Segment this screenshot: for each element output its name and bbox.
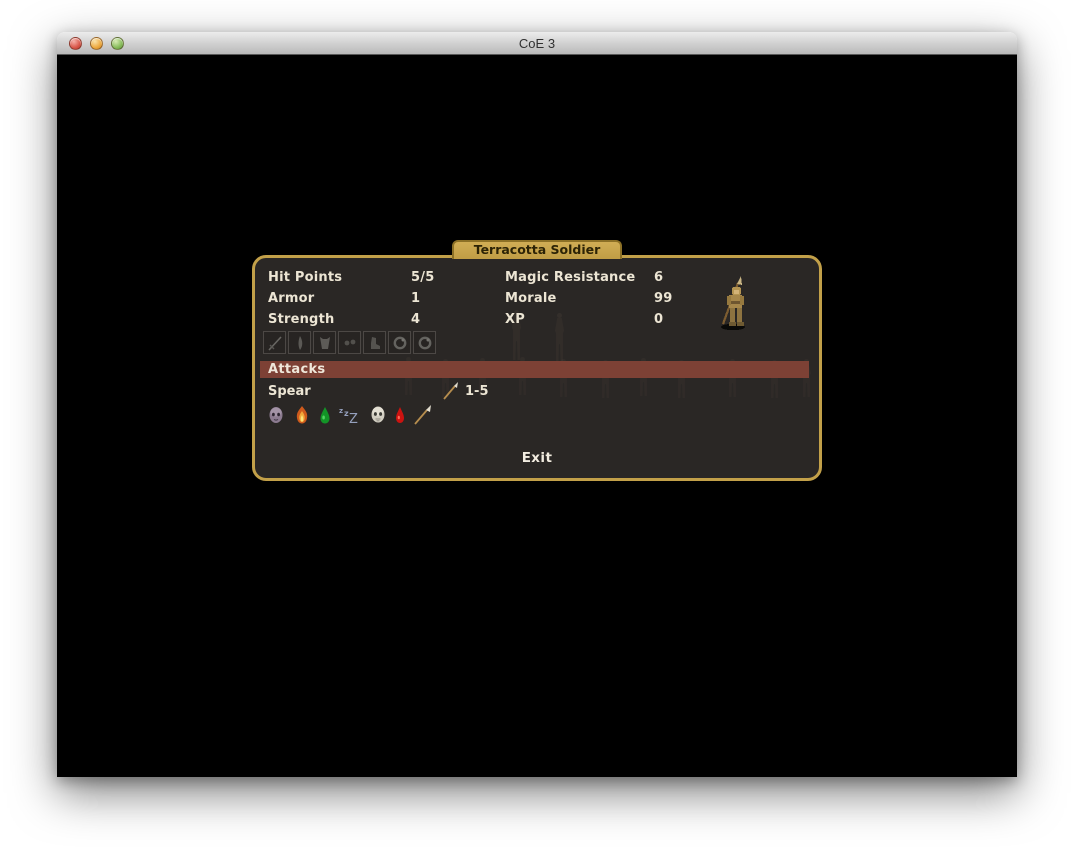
poison-drop-icon[interactable] bbox=[318, 405, 332, 425]
stat-value-strength: 4 bbox=[411, 312, 420, 327]
weapon-slot[interactable] bbox=[263, 331, 286, 354]
ring-slot[interactable] bbox=[388, 331, 411, 354]
stat-value-morale: 99 bbox=[654, 291, 673, 306]
stat-value-magic-resistance: 6 bbox=[654, 270, 663, 285]
sleep-icon[interactable]: z z Z bbox=[338, 405, 362, 425]
unit-info-dialog: Hit Points 5/5 Armor 1 Strength 4 Magic … bbox=[252, 255, 822, 481]
hands-slot[interactable] bbox=[338, 331, 361, 354]
svg-text:Z: Z bbox=[349, 412, 358, 425]
ability-icon-row: z z Z bbox=[266, 404, 434, 426]
stat-label-xp: XP bbox=[505, 312, 525, 327]
undead-face-icon[interactable] bbox=[266, 405, 286, 425]
attacks-section-header: Attacks bbox=[260, 361, 809, 378]
stat-label-magic-resistance: Magic Resistance bbox=[505, 270, 635, 285]
stat-value-hit-points: 5/5 bbox=[411, 270, 434, 285]
game-viewport: Terracotta Soldier Hit Points 5/5 Armor … bbox=[57, 55, 1017, 777]
stat-label-armor: Armor bbox=[268, 291, 314, 306]
attack-name: Spear bbox=[268, 384, 311, 399]
window-titlebar[interactable]: CoE 3 bbox=[57, 32, 1017, 55]
spear-icon bbox=[441, 381, 461, 405]
blood-drop-icon[interactable] bbox=[394, 405, 406, 425]
misc-item-slot[interactable] bbox=[288, 331, 311, 354]
fire-icon[interactable] bbox=[292, 405, 312, 425]
feet-slot[interactable] bbox=[363, 331, 386, 354]
ghost-unit-silhouette bbox=[554, 313, 565, 363]
skull-icon[interactable] bbox=[368, 405, 388, 425]
terracotta-soldier-sprite bbox=[707, 274, 757, 338]
svg-text:z: z bbox=[339, 407, 343, 415]
unit-dialog-title-tab: Terracotta Soldier bbox=[452, 240, 622, 259]
ring-slot[interactable] bbox=[413, 331, 436, 354]
stat-label-strength: Strength bbox=[268, 312, 334, 327]
equipment-slot-row bbox=[263, 331, 436, 354]
spear-icon[interactable] bbox=[412, 404, 434, 426]
window-title: CoE 3 bbox=[57, 36, 1017, 51]
attacks-header-label: Attacks bbox=[268, 362, 325, 377]
stat-label-hit-points: Hit Points bbox=[268, 270, 342, 285]
attack-damage: 1-5 bbox=[465, 384, 489, 399]
exit-button[interactable]: Exit bbox=[255, 450, 819, 466]
stat-value-armor: 1 bbox=[411, 291, 420, 306]
stat-value-xp: 0 bbox=[654, 312, 663, 327]
stat-label-morale: Morale bbox=[505, 291, 557, 306]
armor-slot[interactable] bbox=[313, 331, 336, 354]
application-window: CoE 3 Terracotta Soldier Hit Points 5/5 … bbox=[57, 32, 1017, 777]
